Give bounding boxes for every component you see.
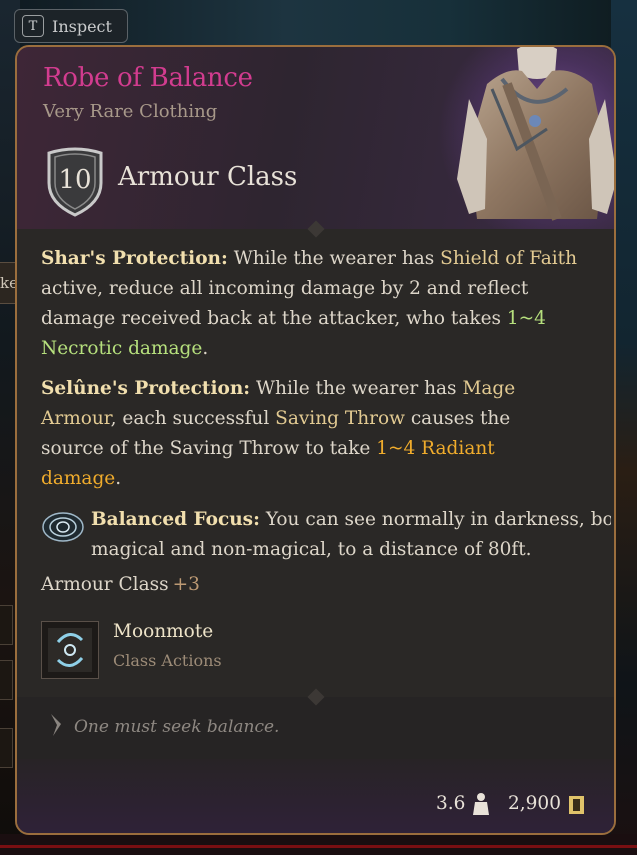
- necrotic-damage: Necrotic damage: [41, 338, 203, 359]
- selunes-protection: Selûne's Protection: While the wearer ha…: [41, 374, 601, 494]
- text: source of the Saving Throw to take: [41, 438, 377, 459]
- balanced-focus: Balanced Focus: You can see normally in …: [91, 505, 611, 565]
- weight-icon: [473, 793, 489, 815]
- shars-protection-title: Shar's Protection:: [41, 248, 228, 269]
- moonmote-name: Moonmote: [113, 621, 214, 642]
- tooltip-header: Robe of Balance Very Rare Clothing 10 Ar…: [17, 47, 614, 247]
- side-slot[interactable]: [0, 660, 13, 700]
- item-rarity: Very Rare Clothing: [43, 101, 218, 122]
- radiant-damage: damage: [41, 468, 116, 489]
- inspect-button[interactable]: T Inspect: [14, 9, 128, 43]
- armour-class-value: 10: [58, 165, 92, 195]
- background-bottom: [0, 834, 637, 855]
- side-slot[interactable]: [0, 605, 13, 645]
- mage-armour-link[interactable]: Armour: [41, 408, 111, 429]
- item-name: Robe of Balance: [43, 63, 253, 93]
- shield-of-faith-link[interactable]: Shield of Faith: [440, 248, 577, 269]
- text: magical and non-magical, to a distance o…: [91, 539, 532, 560]
- item-tooltip: Robe of Balance Very Rare Clothing 10 Ar…: [15, 45, 616, 835]
- saving-throw-link[interactable]: Saving Throw: [275, 408, 405, 429]
- moonmote-category: Class Actions: [113, 651, 222, 670]
- moonmote-action[interactable]: [41, 621, 99, 679]
- text: While the wearer has: [233, 248, 441, 269]
- armour-class-label: Armour Class: [118, 162, 298, 192]
- item-weight: 3.6: [436, 793, 466, 814]
- balanced-focus-title: Balanced Focus:: [91, 509, 260, 530]
- tooltip-body: Shar's Protection: While the wearer has …: [17, 220, 614, 697]
- text: active, reduce all incoming damage by 2 …: [41, 278, 529, 299]
- gold-coin-icon: [569, 796, 584, 814]
- robe-icon: [457, 47, 614, 221]
- flavor-text: One must seek balance.: [74, 717, 280, 737]
- moonmote-icon: [48, 628, 92, 672]
- text: While the wearer has: [256, 378, 463, 399]
- quill-icon: [51, 714, 61, 736]
- armour-bonus-label: Armour Class: [41, 574, 169, 595]
- mage-armour-link[interactable]: Mage: [462, 378, 515, 399]
- necrotic-roll: 1~4: [506, 308, 546, 329]
- radiant-roll: 1~4 Radiant: [376, 438, 495, 459]
- text: , each successful: [110, 408, 276, 429]
- armour-bonus-value: +3: [172, 574, 200, 595]
- armour-class-bonus: Armour Class +3: [41, 574, 200, 595]
- inspect-label: Inspect: [52, 16, 112, 36]
- keybind-t: T: [22, 15, 44, 37]
- text: .: [115, 468, 122, 489]
- text: You can see normally in darkness, both: [265, 509, 611, 530]
- text: damage received back at the attacker, wh…: [41, 308, 507, 329]
- side-slot[interactable]: [0, 728, 13, 768]
- selunes-protection-title: Selûne's Protection:: [41, 378, 251, 399]
- text: .: [202, 338, 209, 359]
- item-price: 2,900: [508, 793, 561, 814]
- balanced-focus-icon: [42, 512, 84, 542]
- shars-protection: Shar's Protection: While the wearer has …: [41, 244, 601, 364]
- text: causes the: [404, 408, 511, 429]
